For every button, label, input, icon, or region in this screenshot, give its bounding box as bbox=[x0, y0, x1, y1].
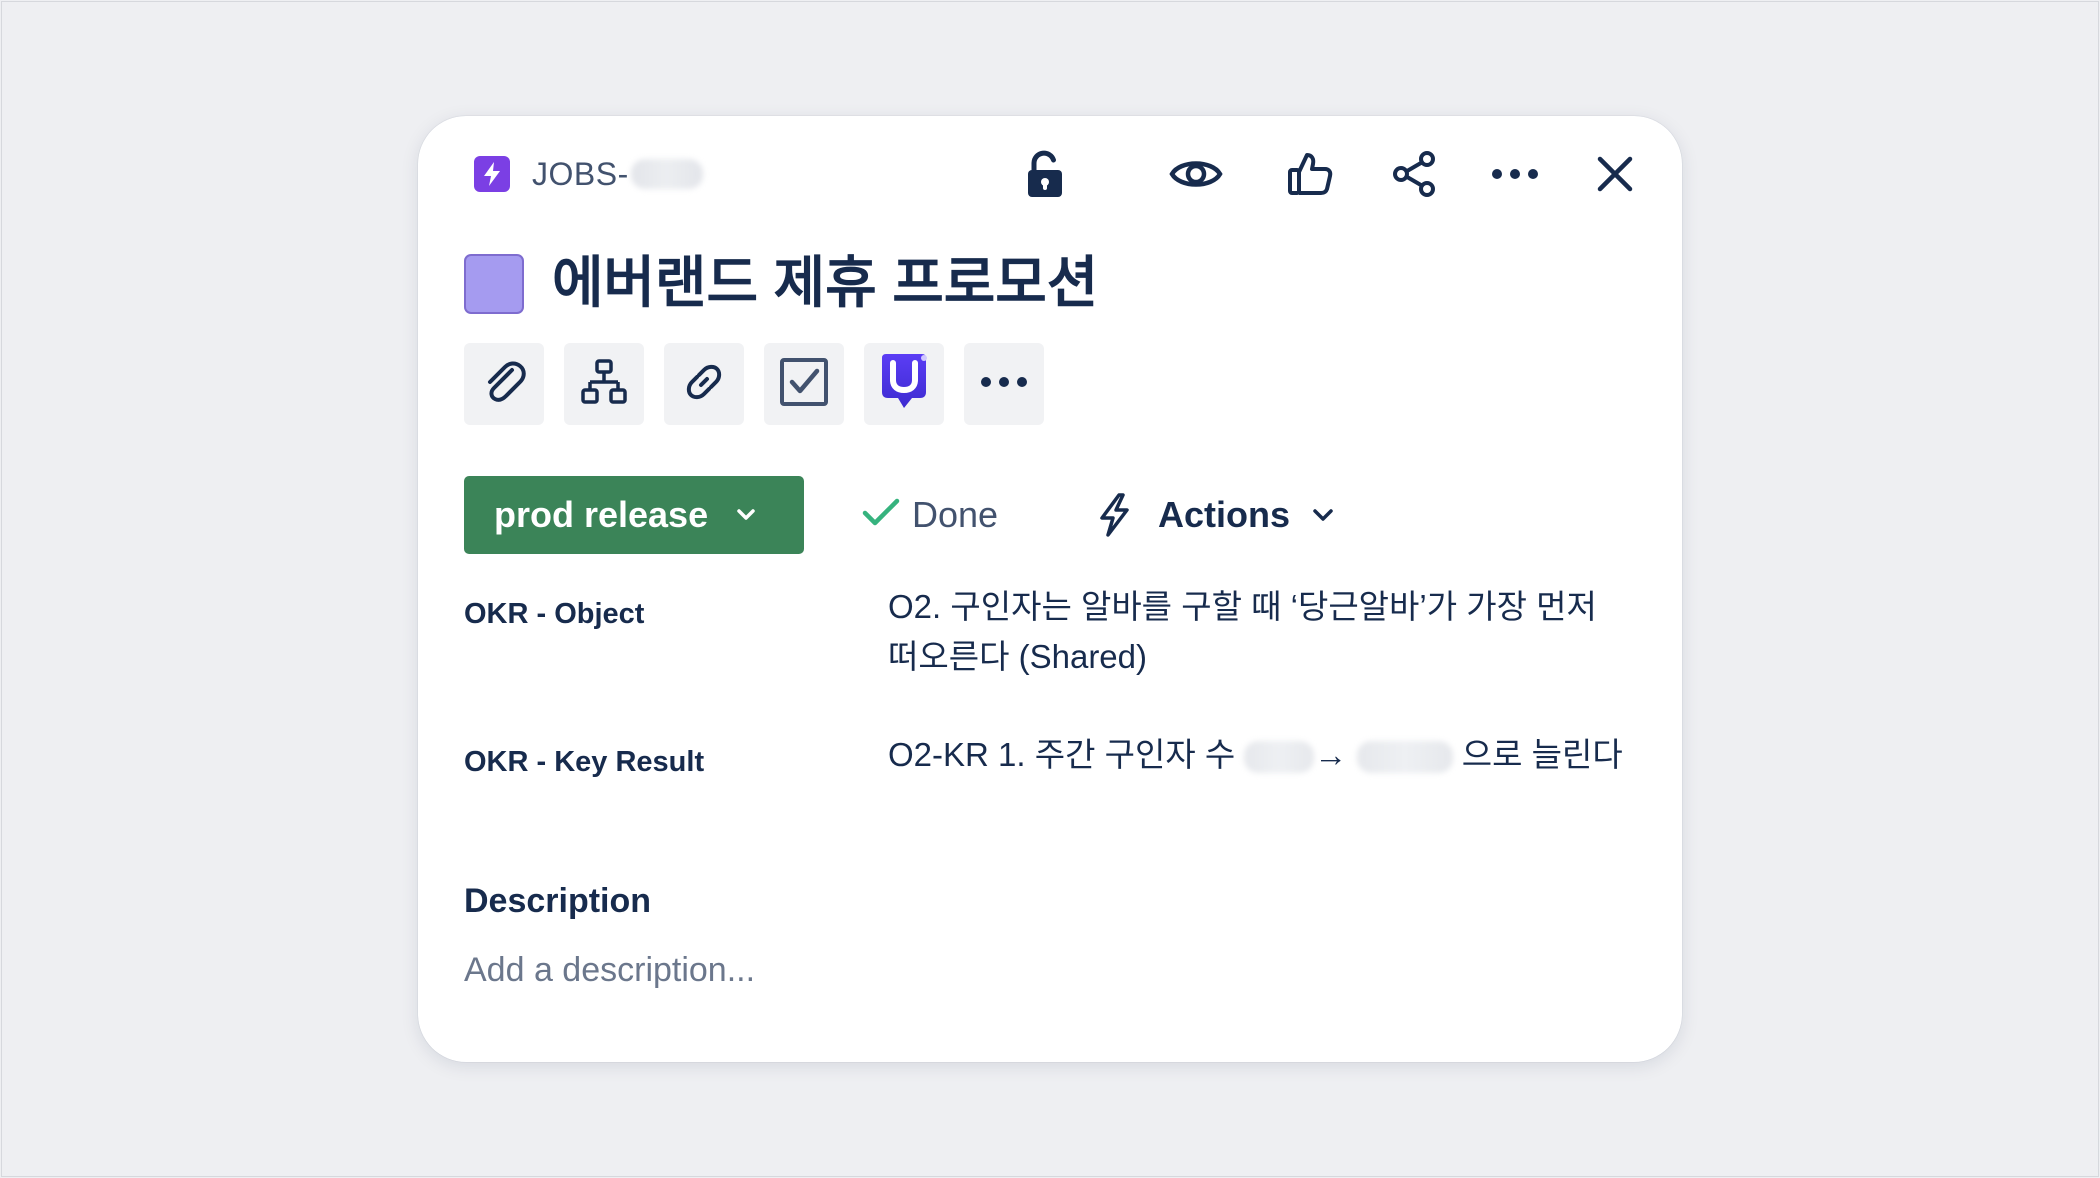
more-icon bbox=[980, 375, 1028, 393]
share-button[interactable] bbox=[1384, 144, 1444, 204]
issue-key-number-redacted bbox=[630, 159, 703, 189]
toolbar-more-button[interactable] bbox=[964, 343, 1044, 425]
share-icon bbox=[1390, 150, 1438, 198]
field-label-okr-object: OKR - Object bbox=[464, 598, 645, 630]
thumbs-up-icon bbox=[1287, 151, 1333, 197]
checklist-icon bbox=[779, 357, 829, 412]
field-label-okr-key-result: OKR - Key Result bbox=[464, 746, 705, 778]
key-result-text-suffix: 으로 늘린다 bbox=[1461, 736, 1623, 773]
attachment-icon bbox=[482, 358, 526, 411]
actions-label: Actions bbox=[1158, 494, 1291, 535]
arrow-symbol: → bbox=[1314, 736, 1348, 773]
watch-button[interactable] bbox=[1166, 144, 1226, 204]
close-icon bbox=[1597, 156, 1633, 192]
done-label: Done bbox=[912, 494, 999, 535]
more-actions-button[interactable] bbox=[1485, 144, 1545, 204]
status-dropdown[interactable]: prod release bbox=[464, 476, 804, 554]
child-issues-button[interactable] bbox=[564, 343, 644, 425]
more-icon bbox=[1491, 168, 1539, 180]
issue-key[interactable]: JOBS- bbox=[532, 156, 703, 192]
done-transition-button[interactable]: Done bbox=[862, 478, 998, 552]
issue-type-icon[interactable] bbox=[474, 156, 510, 192]
key-result-text-prefix: O2-KR 1. 주간 구인자 수 bbox=[888, 736, 1236, 773]
app-u-icon bbox=[878, 352, 930, 417]
unlock-icon bbox=[1025, 149, 1065, 199]
description-placeholder[interactable]: Add a description... bbox=[464, 951, 755, 990]
attach-button[interactable] bbox=[464, 343, 544, 425]
issue-card: JOBS- 에버랜드 제휴 프로모션 prod release Done Act… bbox=[418, 116, 1682, 1062]
link-issue-button[interactable] bbox=[664, 343, 744, 425]
issue-key-prefix[interactable]: JOBS- bbox=[532, 156, 629, 193]
status-label: prod release bbox=[494, 494, 709, 535]
field-value-okr-object[interactable]: O2. 구인자는 알바를 구할 때 ‘당근알바’가 가장 먼저 떠오른다 (Sh… bbox=[888, 582, 1628, 682]
issue-color-swatch[interactable] bbox=[464, 254, 524, 314]
app-u-button[interactable] bbox=[864, 343, 944, 425]
eye-icon bbox=[1169, 154, 1223, 194]
check-icon bbox=[862, 494, 912, 536]
bolt-icon bbox=[1094, 492, 1134, 538]
link-icon bbox=[680, 358, 728, 411]
unlock-button[interactable] bbox=[1015, 144, 1075, 204]
actions-dropdown[interactable]: Actions bbox=[1094, 478, 1334, 552]
redacted-value-target bbox=[1356, 741, 1453, 774]
checklist-button[interactable] bbox=[764, 343, 844, 425]
chevron-down-icon bbox=[1312, 508, 1334, 522]
field-value-okr-key-result[interactable]: O2-KR 1. 주간 구인자 수 → 으로 늘린다 bbox=[888, 730, 1628, 780]
chevron-down-icon bbox=[736, 508, 756, 522]
description-heading: Description bbox=[464, 882, 652, 920]
like-button[interactable] bbox=[1280, 144, 1340, 204]
child-issues-icon bbox=[581, 358, 627, 411]
issue-title[interactable]: 에버랜드 제휴 프로모션 bbox=[552, 241, 1098, 325]
close-button[interactable] bbox=[1585, 144, 1645, 204]
redacted-value-current bbox=[1244, 741, 1315, 774]
